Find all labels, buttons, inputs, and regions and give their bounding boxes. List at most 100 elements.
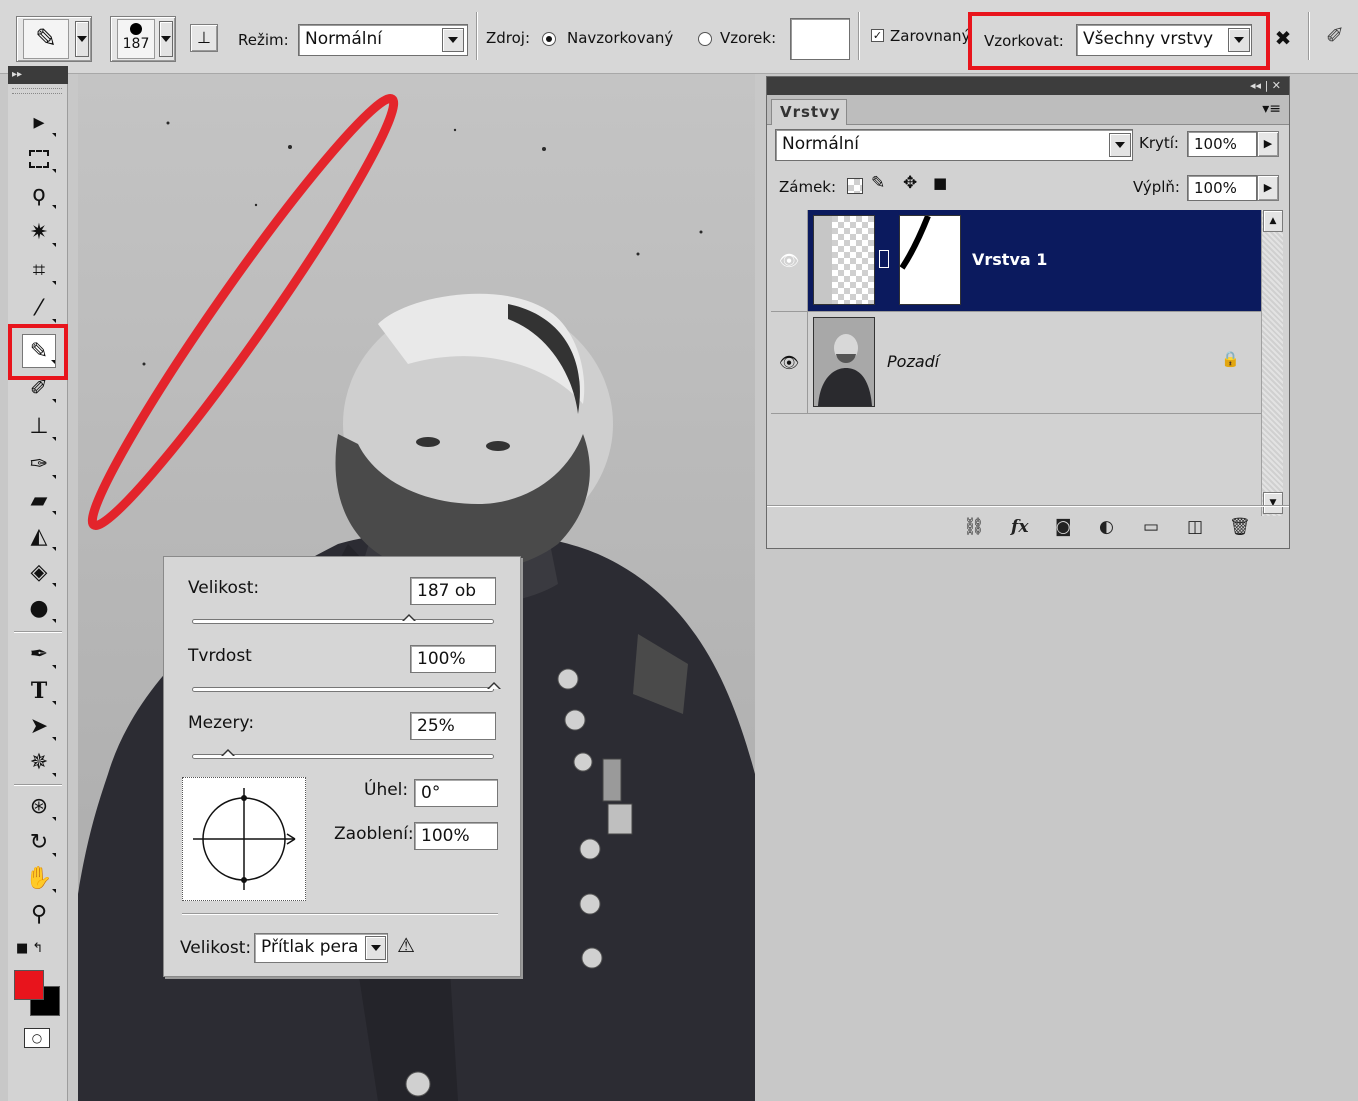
source-pattern-label[interactable]: Vzorek: (720, 28, 776, 48)
panel-titlebar[interactable]: ◂◂ | ✕ (767, 77, 1289, 95)
layer-row-pozadi[interactable]: 👁 Pozadí 🔒 (771, 312, 1261, 414)
brush-shape-preview[interactable] (182, 777, 306, 901)
layers-panel: ◂◂ | ✕ Vrstvy ▾≡ Normální Krytí: 100% ▶ … (766, 76, 1290, 549)
dodge-tool-icon[interactable]: ● (22, 592, 56, 626)
magic-wand-tool-icon[interactable]: ✷ (22, 216, 56, 250)
hand-tool-icon[interactable]: ✋ (22, 862, 56, 896)
layer-thumbnail[interactable] (813, 215, 875, 305)
adjustment-layer-icon[interactable]: ◐ (1099, 514, 1114, 540)
spacing-slider-track[interactable] (192, 754, 494, 759)
custom-shape-tool-icon[interactable]: ✵ (22, 746, 56, 780)
layers-scrollbar[interactable]: ▲ ▼ (1261, 210, 1283, 516)
size-field[interactable]: 187 ob (410, 577, 496, 605)
marquee-tool-icon[interactable] (22, 142, 56, 176)
add-mask-icon[interactable]: ◙ (1055, 514, 1072, 540)
lock-all-icon[interactable]: ■ (933, 174, 947, 192)
pen-tool-icon[interactable]: ✒ (22, 638, 56, 672)
quick-mask-icon[interactable]: ○ (24, 1028, 50, 1048)
lock-position-icon[interactable]: ✥ (903, 173, 917, 193)
blend-mode-select[interactable]: Normální (775, 129, 1133, 161)
toolbox-collapse-icon[interactable]: ▸▸ (8, 66, 68, 84)
visibility-eye-icon[interactable]: 👁 (771, 210, 808, 311)
eyedropper-tool-icon[interactable]: ⁄ (22, 292, 56, 326)
chevron-down-icon[interactable] (1109, 133, 1131, 157)
source-sampled-radio[interactable] (542, 32, 556, 46)
pattern-picker[interactable] (790, 18, 850, 60)
fill-arrow-icon[interactable]: ▶ (1257, 175, 1279, 201)
layer-mask-thumbnail[interactable] (899, 214, 961, 305)
ignore-adjustment-layers-icon[interactable]: ✖ (1270, 24, 1296, 52)
layer-name: Vrstva 1 (972, 250, 1048, 269)
lock-paint-icon[interactable]: ✎ (871, 173, 885, 193)
aligned-label[interactable]: Zarovnaný (890, 26, 970, 46)
layer-style-icon[interactable]: fx (1011, 514, 1028, 540)
crop-tool-icon[interactable]: ⌗ (22, 254, 56, 288)
foreground-color-swatch[interactable] (14, 970, 44, 1000)
lasso-tool-icon[interactable]: ϙ (22, 178, 56, 212)
mode-label: Režim: (238, 31, 289, 49)
clone-stamp-tool-icon[interactable]: ⊥ (22, 410, 56, 444)
divider (14, 784, 62, 786)
angle-field[interactable]: 0° (414, 779, 498, 807)
panel-menu-icon[interactable]: ▾≡ (1262, 101, 1281, 117)
divider (182, 913, 498, 915)
new-layer-icon[interactable]: ◫ (1187, 514, 1203, 540)
swap-colors-icon[interactable]: ■ ↰ (16, 942, 62, 956)
opacity-label: Krytí: (1139, 134, 1179, 152)
divider (858, 12, 860, 60)
tool-preset-picker[interactable]: ✎ (16, 16, 92, 62)
source-pattern-radio[interactable] (698, 32, 712, 46)
chevron-down-icon[interactable] (365, 936, 386, 960)
history-brush-tool-icon[interactable]: ✑ (22, 448, 56, 482)
brush-panel-toggle-icon[interactable]: ⊥ (190, 24, 218, 52)
close-icon[interactable]: ✕ (1272, 79, 1281, 92)
lock-label: Zámek: (779, 178, 837, 196)
size-slider-track[interactable] (192, 619, 494, 624)
fill-field[interactable]: 100% (1187, 175, 1257, 201)
divider (14, 631, 62, 633)
3d-rotate-tool-icon[interactable]: ⊛ (22, 790, 56, 824)
delete-layer-icon[interactable]: 🗑 (1229, 514, 1251, 540)
roundness-field[interactable]: 100% (414, 822, 498, 850)
opacity-arrow-icon[interactable]: ▶ (1257, 131, 1279, 157)
brush-picker[interactable]: 187 (110, 16, 176, 62)
new-group-icon[interactable]: ▭ (1143, 514, 1159, 540)
link-icon[interactable] (879, 250, 889, 268)
pressure-icon[interactable]: ✐ (1320, 22, 1350, 52)
roundness-label: Zaoblení: (334, 824, 414, 844)
brush-options-popup: Velikost: 187 ob Tvrdost 100% Mezery: 25… (163, 556, 521, 977)
divider (1308, 12, 1310, 60)
chevron-down-icon[interactable] (159, 21, 173, 57)
spacing-label: Mezery: (188, 713, 255, 733)
collapse-icon[interactable]: ◂◂ (1250, 79, 1261, 92)
eraser-tool-icon[interactable]: ▰ (22, 484, 56, 518)
scroll-down-icon[interactable]: ▼ (1263, 492, 1283, 514)
aligned-checkbox[interactable]: ✓ (871, 29, 884, 42)
opacity-field[interactable]: 100% (1187, 131, 1257, 157)
source-sampled-label[interactable]: Navzorkovaný (567, 28, 673, 48)
toolbox-grip[interactable] (12, 88, 62, 94)
layer-name: Pozadí (887, 352, 940, 371)
source-label: Zdroj: (486, 29, 531, 47)
3d-orbit-tool-icon[interactable]: ↻ (22, 826, 56, 860)
visibility-eye-icon[interactable]: 👁 (771, 312, 808, 413)
type-tool-icon[interactable]: T (22, 674, 56, 708)
chevron-down-icon[interactable] (442, 28, 464, 52)
zoom-tool-icon[interactable]: ⚲ (22, 898, 56, 932)
tab-layers[interactable]: Vrstvy (771, 99, 847, 125)
paint-bucket-tool-icon[interactable]: ◭ (22, 520, 56, 554)
scroll-up-icon[interactable]: ▲ (1263, 210, 1283, 232)
divider (476, 12, 478, 60)
layer-row-vrstva-1[interactable]: 👁 Vrstva 1 (771, 210, 1261, 312)
hardness-field[interactable]: 100% (410, 645, 496, 673)
move-tool-icon[interactable]: ▸ (22, 106, 56, 140)
options-bar: ✎ 187 ⊥ Režim: Normální Zdroj: Navzorkov… (0, 0, 1358, 74)
link-layers-icon[interactable]: ⛓ (963, 514, 985, 540)
chevron-down-icon[interactable] (75, 21, 89, 57)
layer-thumbnail[interactable] (813, 317, 875, 407)
lock-transparency-icon[interactable] (847, 178, 863, 194)
hardness-slider-track[interactable] (192, 687, 494, 692)
blur-tool-icon[interactable]: ◈ (22, 556, 56, 590)
path-selection-tool-icon[interactable]: ➤ (22, 710, 56, 744)
spacing-field[interactable]: 25% (410, 712, 496, 740)
